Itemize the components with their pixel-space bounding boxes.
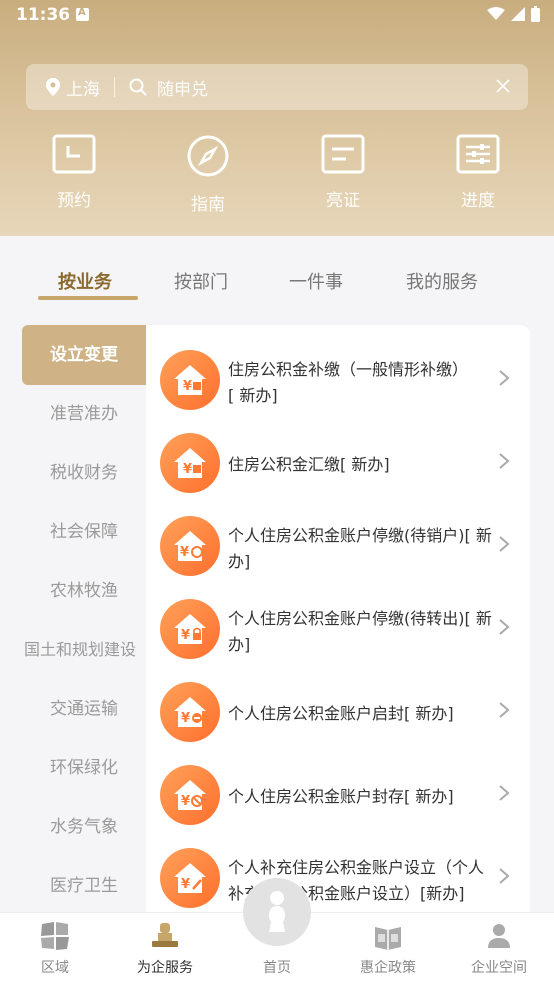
signal-icon: [511, 7, 525, 21]
housing-fund-icon: ¥: [160, 433, 220, 493]
sidebar-item-permits[interactable]: 准营准办: [22, 384, 146, 444]
svg-text:¥: ¥: [180, 545, 189, 560]
svg-text:¥: ¥: [181, 628, 190, 643]
calendar-icon: [52, 134, 96, 174]
service-title: 个人住房公积金账户启封[ 新办]: [228, 704, 454, 723]
chevron-right-icon: [499, 702, 510, 718]
sidebar-item-agriculture[interactable]: 农林牧渔: [22, 561, 146, 621]
header-banner: 11:36 上海 随申兑 预约 指南 亮证 进度: [0, 0, 554, 236]
quick-item-certificate[interactable]: 亮证: [303, 134, 383, 211]
category-sidebar: 设立变更 准营准办 税收财务 社会保障 农林牧渔 国土和规划建设 交通运输 环保…: [22, 325, 146, 915]
nav-label-policy: 惠企政策: [360, 960, 416, 976]
quick-actions: 预约 指南 亮证 进度: [0, 134, 554, 224]
quick-label-certificate: 亮证: [326, 191, 360, 211]
housing-fund-lock-icon: ¥: [160, 599, 220, 659]
svg-text:¥: ¥: [183, 462, 192, 477]
housing-fund-icon: ¥: [160, 350, 220, 410]
housing-fund-unseal-icon: ¥: [160, 682, 220, 742]
service-list: ¥ 住房公积金补缴（一般情形补缴）[ 新办] ¥ 住房公积金汇缴[ 新办] ¥ …: [146, 325, 530, 915]
chevron-right-icon: [499, 619, 510, 635]
sidebar-item-social-security[interactable]: 社会保障: [22, 502, 146, 562]
nav-enterprise-space[interactable]: 企业空间: [444, 913, 554, 984]
sidebar-item-transport[interactable]: 交通运输: [22, 679, 146, 739]
progress-icon: [456, 134, 500, 174]
chevron-right-icon: [499, 370, 510, 386]
search-bar[interactable]: 上海 随申兑: [26, 64, 528, 110]
svg-text:¥: ¥: [181, 877, 190, 892]
housing-fund-cancel-icon: ¥: [160, 516, 220, 576]
certificate-icon: [321, 134, 365, 174]
region-icon: [41, 922, 69, 950]
chevron-right-icon: [499, 785, 510, 801]
quick-item-guide[interactable]: 指南: [168, 134, 248, 215]
sidebar-item-water-weather[interactable]: 水务气象: [22, 797, 146, 857]
sidebar-item-health[interactable]: 医疗卫生: [22, 856, 146, 916]
chevron-right-icon: [499, 536, 510, 552]
quick-item-progress[interactable]: 进度: [438, 134, 518, 211]
svg-text:¥: ¥: [181, 794, 190, 809]
enterprise-space-icon: [488, 924, 510, 948]
category-tabs: 按业务 按部门 一件事 我的服务: [0, 236, 554, 316]
nav-policy[interactable]: 惠企政策: [333, 913, 443, 984]
svg-text:¥: ¥: [181, 711, 190, 726]
search-icon: [129, 78, 147, 96]
list-item[interactable]: ¥ 个人补充住房公积金账户设立（个人 补充住房公积金账户设立）[新办]: [146, 833, 530, 915]
tab-one-thing[interactable]: 一件事: [289, 268, 343, 294]
chevron-right-icon: [499, 868, 510, 884]
svg-text:¥: ¥: [183, 379, 192, 394]
home-icon: [269, 891, 285, 932]
quick-item-appointment[interactable]: 预约: [34, 134, 114, 211]
nav-label-home: 首页: [263, 960, 291, 976]
service-title: 个人住房公积金账户封存[ 新办]: [228, 787, 454, 806]
list-item[interactable]: ¥ 个人住房公积金账户封存[ 新办]: [146, 750, 530, 833]
service-title: 住房公积金汇缴[ 新办]: [228, 455, 390, 474]
sidebar-item-land-planning[interactable]: 国土和规划建设: [24, 620, 148, 680]
sidebar-item-tax-finance[interactable]: 税收财务: [22, 443, 146, 503]
tab-by-department[interactable]: 按部门: [174, 268, 228, 294]
housing-fund-seal-icon: ¥: [160, 765, 220, 825]
service-title: 住房公积金补缴（一般情形补缴）[ 新办]: [228, 360, 469, 405]
quick-label-guide: 指南: [191, 195, 225, 215]
list-item[interactable]: ¥ 个人住房公积金账户停缴(待转出)[ 新办]: [146, 584, 530, 667]
close-icon[interactable]: [494, 77, 512, 95]
location-pin-icon[interactable]: [46, 78, 60, 96]
quick-label-progress: 进度: [461, 191, 495, 211]
list-item[interactable]: ¥ 住房公积金汇缴[ 新办]: [146, 418, 530, 501]
status-time: 11:36: [16, 5, 71, 25]
search-divider: [114, 77, 115, 97]
battery-icon: [531, 6, 540, 22]
list-item[interactable]: ¥ 住房公积金补缴（一般情形补缴）[ 新办]: [146, 335, 530, 418]
tab-my-services[interactable]: 我的服务: [406, 268, 478, 294]
chevron-right-icon: [499, 453, 510, 469]
service-title: 个人住房公积金账户停缴(待转出)[ 新办]: [228, 609, 492, 654]
wifi-icon: [487, 7, 505, 20]
policy-icon: [375, 927, 401, 950]
nav-region[interactable]: 区域: [0, 913, 110, 984]
list-item[interactable]: ¥ 个人住房公积金账户启封[ 新办]: [146, 667, 530, 750]
tab-by-business[interactable]: 按业务: [58, 268, 112, 294]
sidebar-item-environment[interactable]: 环保绿化: [22, 738, 146, 798]
nav-enterprise-service[interactable]: 为企服务: [110, 913, 220, 984]
status-bar: 11:36: [0, 0, 554, 32]
city-selector[interactable]: 上海: [66, 75, 100, 100]
nav-label-enterprise-space: 企业空间: [471, 960, 527, 976]
sidebar-item-setup-change[interactable]: 设立变更: [22, 325, 146, 385]
status-right: [487, 6, 540, 22]
nav-label-enterprise-service: 为企服务: [137, 960, 193, 976]
search-input[interactable]: 随申兑: [157, 75, 208, 100]
notification-a-icon: [76, 7, 89, 21]
list-item[interactable]: ¥ 个人住房公积金账户停缴(待销户)[ 新办]: [146, 501, 530, 584]
enterprise-service-icon: [152, 923, 178, 947]
service-title: 个人住房公积金账户停缴(待销户)[ 新办]: [228, 526, 492, 571]
home-button[interactable]: [243, 878, 311, 946]
nav-label-region: 区域: [41, 960, 69, 976]
compass-icon: [187, 135, 229, 177]
active-tab-indicator: [38, 296, 138, 300]
quick-label-appointment: 预约: [57, 191, 91, 211]
housing-fund-edit-icon: ¥: [160, 848, 220, 908]
